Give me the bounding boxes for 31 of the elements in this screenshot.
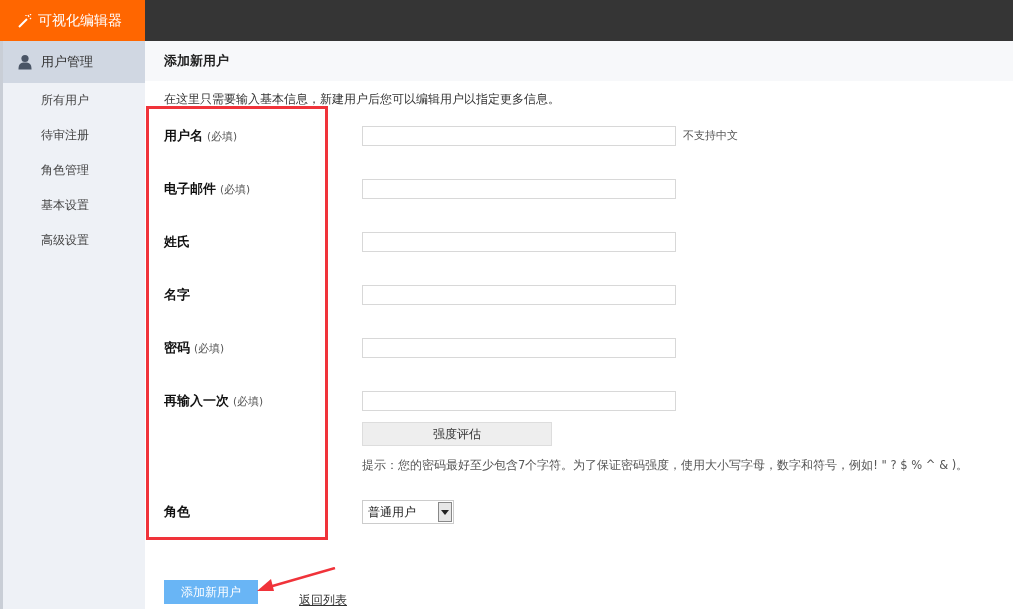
page-title: 添加新用户 xyxy=(164,52,229,70)
app-title: 可视化编辑器 xyxy=(38,11,122,30)
page-description: 在这里只需要输入基本信息，新建用户后您可以编辑用户以指定更多信息。 xyxy=(163,91,561,108)
field-label: 再输入一次 (必填) xyxy=(164,392,265,410)
text-input[interactable] xyxy=(362,232,676,252)
text-input[interactable] xyxy=(362,126,676,146)
password-tip: 提示：您的密码最好至少包含7个字符。为了保证密码强度，使用大小写字母，数字和符号，例如! " ? $ % ^ & )。 xyxy=(362,458,969,473)
field-hint: 不支持中文 xyxy=(683,129,738,143)
text-input[interactable] xyxy=(362,179,676,199)
sidebar-item[interactable]: 基本设置 xyxy=(3,188,145,223)
user-icon xyxy=(17,54,33,70)
section-label: 用户管理 xyxy=(41,53,93,71)
sidebar-item[interactable]: 角色管理 xyxy=(3,153,145,188)
field-label: 密码 (必填) xyxy=(164,339,226,357)
sidebar-section[interactable]: 用户管理 xyxy=(3,41,145,83)
sidebar-item[interactable]: 待审注册 xyxy=(3,118,145,153)
back-to-list-link[interactable]: 返回列表 xyxy=(299,592,347,609)
sidebar-item[interactable]: 所有用户 xyxy=(3,83,145,118)
field-label: 角色 xyxy=(164,503,191,521)
dropdown-caret-icon xyxy=(438,502,452,522)
sidebar-item[interactable]: 高级设置 xyxy=(3,223,145,258)
text-input[interactable] xyxy=(362,338,676,358)
field-label: 电子邮件 (必填) xyxy=(164,180,252,198)
field-label: 姓氏 xyxy=(164,233,191,251)
strength-check-button[interactable]: 强度评估 xyxy=(362,422,552,446)
text-input[interactable] xyxy=(362,391,676,411)
text-input[interactable] xyxy=(362,285,676,305)
role-select[interactable]: 普通用户 xyxy=(362,500,454,524)
field-label: 用户名 (必填) xyxy=(164,127,239,145)
magic-wand-icon xyxy=(18,13,32,28)
field-label: 名字 xyxy=(164,286,191,304)
